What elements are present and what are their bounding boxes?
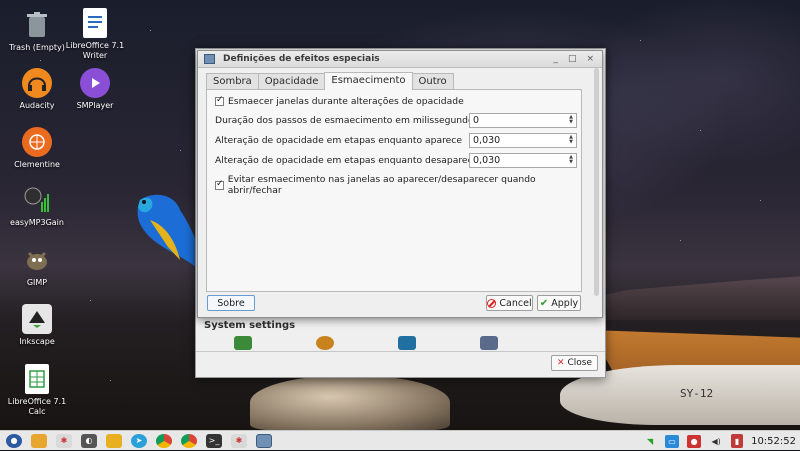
fade-in-step-spinbox[interactable]: 0,030 ▲ ▼ (469, 133, 577, 148)
volume-icon[interactable]: ◀) (709, 435, 723, 448)
taskbar: ● ✱ ◐ ➤ >_ ✱ ◥ ▭ ● ◀) ▮ 10:52:52 (0, 430, 800, 450)
avoid-fade-checkbox-row[interactable]: Evitar esmaecimento nas janelas ao apare… (215, 174, 581, 196)
desktop-icon-inkscape[interactable]: Inkscape (2, 304, 72, 347)
trash-icon (22, 10, 52, 40)
fade-checkbox-label: Esmaecer janelas durante alterações de o… (228, 96, 464, 107)
desktop-icon-label: LibreOffice 7.1 Writer (65, 41, 125, 60)
desktop-icon-label: Clementine (14, 160, 60, 169)
fade-duration-label: Duração dos passos de esmaecimento em mi… (215, 115, 479, 126)
cancel-icon (487, 298, 497, 308)
window-app-icon (204, 54, 215, 64)
fade-settings-panel: Esmaecer janelas durante alterações de o… (206, 89, 582, 292)
active-window-icon[interactable] (256, 433, 272, 448)
avoid-fade-checkbox-label: Evitar esmaecimento nas janelas ao apare… (227, 174, 536, 196)
checkmark-icon: ✔ (539, 297, 549, 309)
chat-icon[interactable]: ▭ (665, 434, 680, 448)
tab-bar: Sombra Opacidade Esmaecimento Outro (206, 72, 454, 90)
scrollbar[interactable] (593, 68, 600, 298)
spin-arrows-icon[interactable]: ▲ ▼ (567, 135, 575, 146)
wifi-icon[interactable]: ◥ (643, 435, 657, 448)
tab-outro[interactable]: Outro (411, 73, 454, 90)
system-tray: ◥ ▭ ● ◀) ▮ 10:52:52 (643, 431, 800, 451)
folder-icon[interactable] (106, 433, 122, 448)
desktop-icon-easymp3gain[interactable]: easyMP3Gain (2, 185, 72, 228)
spin-arrows-icon[interactable]: ▲ ▼ (567, 115, 575, 126)
clock[interactable]: 10:52:52 (751, 436, 796, 447)
close-icon: ✕ (556, 358, 565, 368)
minimize-button[interactable]: _ (553, 54, 558, 64)
fade-out-step-spinbox[interactable]: 0,030 ▲ ▼ (469, 153, 577, 168)
apply-button-label: Apply (551, 297, 579, 309)
desktop-icon-label: Inkscape (19, 337, 55, 346)
dialog-title: Definições de efeitos especiais (223, 54, 380, 64)
apply-button[interactable]: ✔ Apply (537, 295, 581, 311)
fade-checkbox[interactable] (215, 95, 224, 106)
boat-number: SY-12 (680, 387, 714, 400)
desktop-icon-label: LibreOffice 7.1 Calc (7, 397, 67, 416)
clementine-icon (22, 127, 52, 157)
desktop-icon-writer[interactable]: LibreOffice 7.1 Writer (60, 8, 130, 61)
writer-icon (83, 8, 107, 38)
desktop-icon-smplayer[interactable]: SMPlayer (60, 68, 130, 111)
inkscape-icon (22, 304, 52, 334)
terminal-icon[interactable]: >_ (206, 433, 222, 448)
app-launcher-icon[interactable]: ✱ (231, 433, 247, 448)
spin-arrows-icon[interactable]: ▲ ▼ (567, 155, 575, 166)
smplayer-icon (80, 68, 110, 98)
calc-icon (25, 364, 49, 394)
fade-duration-spinbox[interactable]: 0 ▲ ▼ (469, 113, 577, 128)
settings-app-icon[interactable] (234, 336, 252, 350)
close-button[interactable]: ✕ Close (551, 355, 598, 371)
desktop-icon-label: easyMP3Gain (10, 218, 64, 227)
audacity-icon (22, 68, 52, 98)
about-button[interactable]: Sobre (207, 295, 255, 311)
gimp-icon (22, 245, 52, 275)
tab-opacidade[interactable]: Opacidade (257, 73, 326, 90)
toggle-icon[interactable]: ◐ (81, 433, 97, 448)
user-icon[interactable]: ▮ (731, 434, 744, 448)
easymp3gain-icon (22, 185, 52, 215)
close-window-button[interactable]: × (586, 54, 594, 64)
cancel-button-label: Cancel (499, 297, 532, 309)
settings-app-icon[interactable] (398, 336, 416, 350)
fade-in-step-label: Alteração de opacidade em etapas enquant… (215, 135, 463, 146)
desktop-icon-gimp[interactable]: GIMP (2, 245, 72, 288)
about-button-label: Sobre (217, 297, 245, 309)
file-manager-icon[interactable] (31, 433, 47, 448)
fade-checkbox-row[interactable]: Esmaecer janelas durante alterações de o… (215, 95, 464, 107)
fade-duration-value: 0 (473, 115, 480, 126)
app-launcher-icon[interactable]: ✱ (56, 433, 72, 448)
telegram-icon[interactable]: ➤ (131, 433, 147, 448)
avoid-fade-checkbox[interactable] (215, 179, 224, 190)
close-button-label: Close (567, 358, 593, 368)
desktop-icon-label: SMPlayer (76, 101, 114, 110)
dialog-titlebar[interactable]: Definições de efeitos especiais _ □ × (198, 51, 602, 68)
desktop-icon-clementine[interactable]: Clementine (2, 127, 72, 170)
desktop-icon-calc[interactable]: LibreOffice 7.1 Calc (2, 364, 72, 417)
tab-sombra[interactable]: Sombra (206, 73, 259, 90)
tab-esmaecimento[interactable]: Esmaecimento (324, 72, 413, 90)
cancel-button[interactable]: Cancel (486, 295, 533, 311)
desktop-icon-label: GIMP (26, 278, 48, 287)
maximize-button[interactable]: □ (568, 54, 577, 64)
fade-out-step-label: Alteração de opacidade em etapas enquant… (215, 155, 479, 166)
special-effects-dialog: Definições de efeitos especiais _ □ × So… (197, 50, 603, 318)
system-settings-heading: System settings (204, 320, 296, 331)
chrome-icon[interactable] (181, 433, 197, 448)
fade-out-step-value: 0,030 (473, 155, 501, 166)
settings-app-icon[interactable] (480, 336, 498, 350)
settings-app-icon[interactable] (316, 336, 334, 350)
notification-icon[interactable]: ● (687, 434, 702, 448)
start-menu-icon[interactable]: ● (6, 433, 22, 448)
fade-in-step-value: 0,030 (473, 135, 501, 146)
chrome-icon[interactable] (156, 433, 172, 448)
